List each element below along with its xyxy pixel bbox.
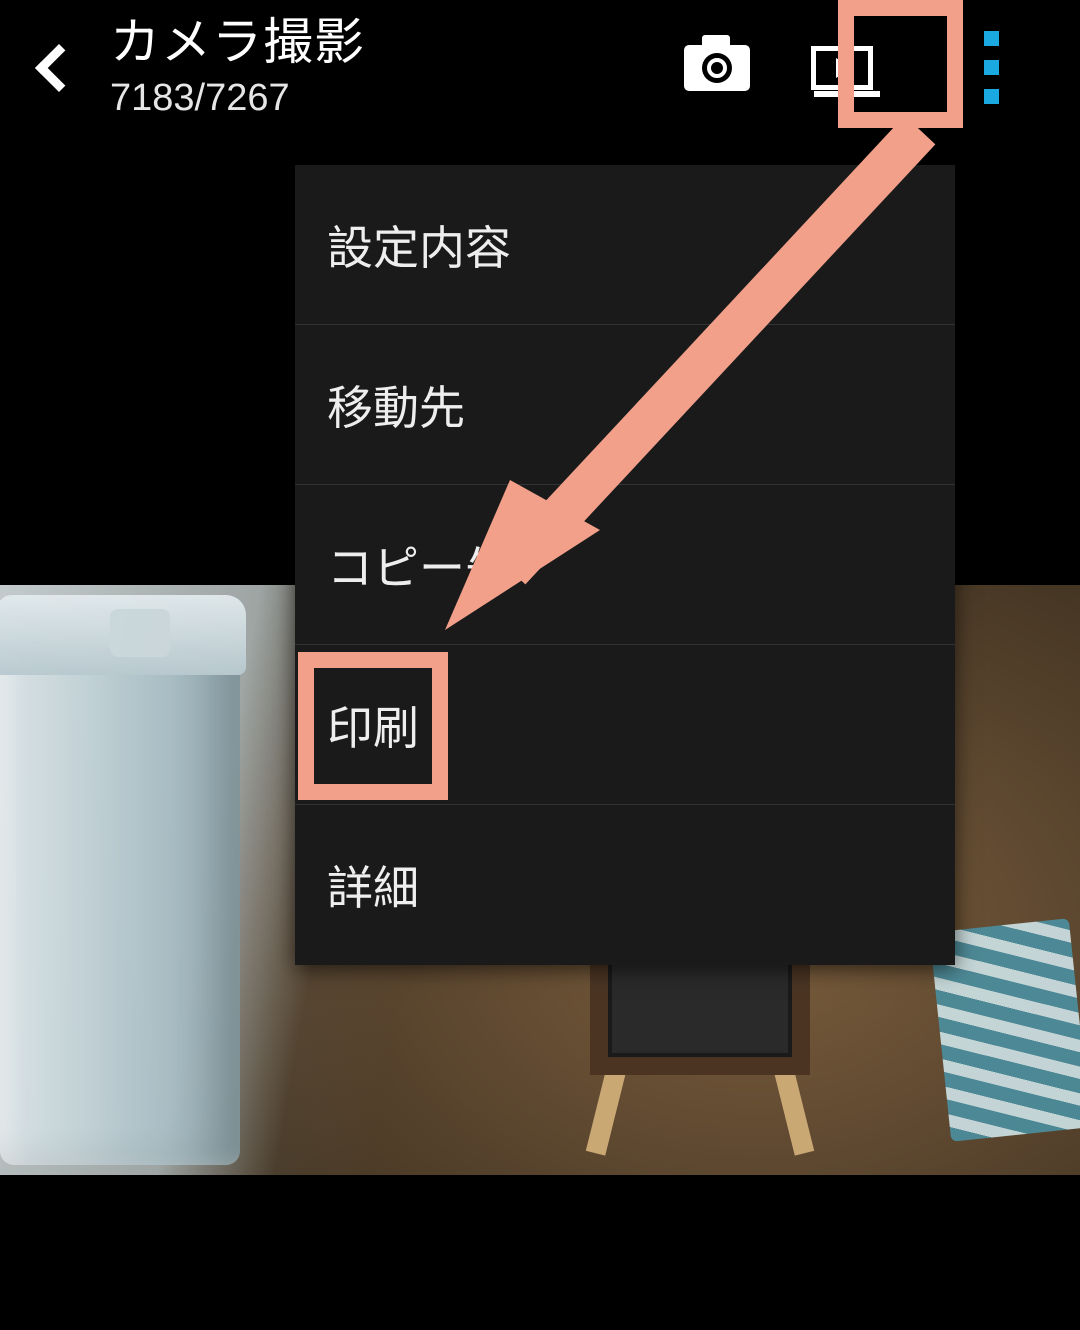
page-title: カメラ撮影 [110,14,365,72]
menu-item-label: コピー先 [327,532,511,598]
photo-counter: 7183/7267 [110,77,365,121]
menu-item-label: 設定内容 [327,212,511,278]
menu-item-label: 詳細 [327,852,419,918]
annotation-highlight-print [298,652,448,800]
overflow-menu: 設定内容 移動先 コピー先 印刷 詳細 [295,165,955,965]
menu-caret-icon [877,151,905,165]
annotation-highlight-overflow [838,0,963,128]
photo-content [0,595,240,1165]
menu-item-copy-to[interactable]: コピー先 [295,485,955,645]
menu-item-details[interactable]: 詳細 [295,805,955,965]
menu-item-move-to[interactable]: 移動先 [295,325,955,485]
camera-icon [684,45,750,91]
back-button[interactable] [0,0,110,135]
menu-item-label: 移動先 [327,372,465,438]
menu-item-settings[interactable]: 設定内容 [295,165,955,325]
chevron-left-icon [35,43,83,91]
vertical-dots-icon [984,31,999,104]
camera-button[interactable] [682,33,752,103]
title-block: カメラ撮影 7183/7267 [110,14,365,121]
